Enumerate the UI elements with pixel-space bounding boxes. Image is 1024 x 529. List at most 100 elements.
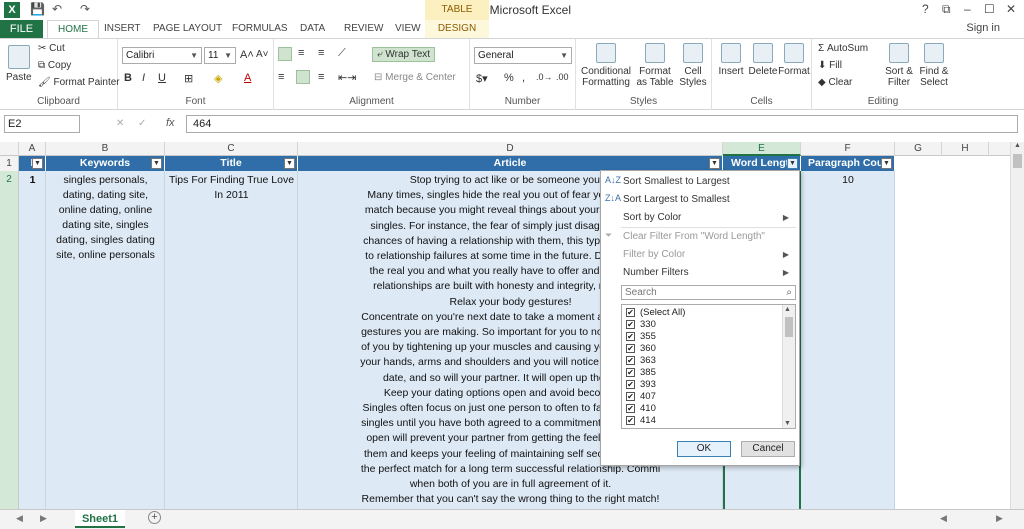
- find-select-button[interactable]: Find & Select: [918, 43, 950, 88]
- scroll-down-icon[interactable]: ▼: [784, 420, 791, 427]
- sort-filter-button[interactable]: Sort & Filter: [884, 43, 914, 88]
- cell-f2[interactable]: 10: [801, 171, 895, 511]
- cancel-button[interactable]: Cancel: [741, 441, 795, 457]
- filter-checkbox[interactable]: ✔: [626, 308, 635, 317]
- filter-checkbox[interactable]: ✔: [626, 344, 635, 353]
- cell-b2[interactable]: singles personals, dating, dating site, …: [46, 171, 165, 511]
- filter-checkbox[interactable]: ✔: [626, 320, 635, 329]
- align-center-icon[interactable]: [296, 70, 310, 84]
- column-header-g[interactable]: G: [895, 142, 942, 156]
- underline-icon[interactable]: U: [158, 72, 166, 84]
- filter-dropdown-icon[interactable]: ▼: [709, 158, 720, 169]
- filter-checkbox[interactable]: ✔: [626, 392, 635, 401]
- align-middle-icon[interactable]: ≡: [298, 47, 304, 59]
- delete-cells-button[interactable]: Delete: [748, 43, 778, 77]
- sort-by-color[interactable]: Sort by Color ▶: [623, 212, 795, 223]
- scroll-thumb[interactable]: [1013, 154, 1022, 168]
- align-bottom-icon[interactable]: ≡: [318, 47, 324, 59]
- formula-input[interactable]: 464: [186, 115, 1018, 133]
- sort-largest-to-smallest[interactable]: Sort Largest to Smallest: [623, 194, 730, 205]
- row-header-1[interactable]: 1: [0, 156, 19, 171]
- format-cells-button[interactable]: Format: [778, 43, 810, 77]
- merge-center-button[interactable]: ⊟ Merge & Center: [374, 72, 456, 83]
- filter-dropdown-icon[interactable]: ▼: [881, 158, 892, 169]
- orientation-icon[interactable]: ⟋: [338, 47, 346, 60]
- cell-a2[interactable]: 1: [19, 171, 46, 511]
- tab-view[interactable]: VIEW: [395, 20, 421, 38]
- cut-button[interactable]: ✂ Cut: [38, 43, 65, 54]
- tab-formulas[interactable]: FORMULAS: [232, 20, 288, 38]
- ok-button[interactable]: OK: [677, 441, 731, 457]
- italic-icon[interactable]: I: [142, 72, 145, 84]
- grow-font-icon[interactable]: A˄: [240, 49, 254, 61]
- decrease-decimal-icon[interactable]: .00: [556, 72, 569, 82]
- sort-smallest-to-largest[interactable]: Sort Smallest to Largest: [623, 176, 730, 187]
- row-header-2[interactable]: 2: [0, 171, 19, 509]
- scroll-right-icon[interactable]: ▶: [996, 513, 1003, 524]
- header-cell-article[interactable]: Article ▼: [298, 156, 723, 171]
- filter-checkbox[interactable]: ✔: [626, 404, 635, 413]
- column-header-c[interactable]: C: [165, 142, 298, 156]
- cancel-entry-icon[interactable]: ✕: [116, 118, 124, 129]
- filter-by-color[interactable]: Filter by Color ▶: [623, 249, 795, 260]
- filter-checkbox[interactable]: ✔: [626, 368, 635, 377]
- filter-checkbox[interactable]: ✔: [626, 380, 635, 389]
- indent-icon[interactable]: ⇤⇥: [338, 71, 356, 84]
- clear-filter-word-length[interactable]: Clear Filter From "Word Length": [623, 231, 765, 242]
- align-top-icon[interactable]: [278, 47, 292, 61]
- align-right-icon[interactable]: ≡: [318, 71, 324, 83]
- tab-file[interactable]: FILE: [0, 20, 43, 38]
- currency-icon[interactable]: $▾: [476, 72, 488, 85]
- comma-icon[interactable]: ,: [522, 72, 525, 84]
- tab-page-layout[interactable]: PAGE LAYOUT: [153, 20, 222, 38]
- sign-in-link[interactable]: Sign in: [966, 22, 1000, 34]
- paste-button[interactable]: Paste: [6, 45, 32, 83]
- scroll-thumb[interactable]: [785, 317, 793, 337]
- format-painter-button[interactable]: 🖌 Format Painter: [38, 77, 120, 88]
- increase-decimal-icon[interactable]: .0→: [536, 72, 553, 82]
- ribbon-display-icon[interactable]: ⧉: [942, 2, 951, 17]
- percent-icon[interactable]: %: [504, 72, 514, 84]
- align-left-icon[interactable]: ≡: [278, 71, 284, 83]
- scroll-up-icon[interactable]: ▲: [784, 306, 791, 313]
- tab-home[interactable]: HOME: [47, 20, 99, 38]
- header-cell-keywords[interactable]: Keywords ▼: [46, 156, 165, 171]
- clear-button[interactable]: ◆ Clear: [818, 77, 852, 88]
- font-color-icon[interactable]: A: [244, 72, 251, 84]
- header-cell-title[interactable]: Title ▼: [165, 156, 298, 171]
- help-icon[interactable]: ?: [922, 2, 929, 16]
- filter-dropdown-icon[interactable]: ▼: [284, 158, 295, 169]
- column-header-f[interactable]: F: [801, 142, 895, 156]
- filter-checkbox[interactable]: ✔: [626, 332, 635, 341]
- filter-search-input[interactable]: Search ⌕: [621, 285, 796, 300]
- header-cell-a[interactable]: I▼: [19, 156, 46, 171]
- previous-sheet-icon[interactable]: ◀: [16, 513, 23, 524]
- font-name-select[interactable]: Calibri ▼: [122, 47, 202, 64]
- number-format-select[interactable]: General ▼: [474, 47, 572, 64]
- tab-data[interactable]: DATA: [300, 20, 325, 38]
- column-header-d[interactable]: D: [298, 142, 723, 156]
- insert-function-icon[interactable]: fx: [166, 117, 175, 129]
- filter-dropdown-icon[interactable]: ▼: [787, 158, 798, 169]
- minimize-icon[interactable]: –: [964, 2, 971, 16]
- scroll-left-icon[interactable]: ◀: [940, 513, 947, 524]
- column-header-e[interactable]: E: [723, 142, 801, 156]
- filter-checkbox[interactable]: ✔: [626, 416, 635, 425]
- fill-button[interactable]: ⬇ Fill: [818, 60, 842, 71]
- empty-cells-g-h[interactable]: [895, 171, 1010, 511]
- copy-button[interactable]: ⧉ Copy: [38, 60, 71, 71]
- conditional-formatting-button[interactable]: Conditional Formatting: [580, 43, 632, 88]
- tab-review[interactable]: REVIEW: [344, 20, 383, 38]
- filter-checkbox[interactable]: ✔: [626, 356, 635, 365]
- sheet-tab-sheet1[interactable]: Sheet1: [75, 510, 125, 528]
- column-header-b[interactable]: B: [46, 142, 165, 156]
- close-icon[interactable]: ✕: [1006, 2, 1016, 16]
- font-size-select[interactable]: 11 ▼: [204, 47, 236, 64]
- wrap-text-button[interactable]: ⤶ Wrap Text: [372, 47, 436, 62]
- autosum-button[interactable]: Σ AutoSum: [818, 43, 868, 54]
- shrink-font-icon[interactable]: A˅: [256, 49, 269, 60]
- header-cell-word-length[interactable]: Word Lengt ▼: [723, 156, 801, 171]
- select-all-corner[interactable]: [0, 142, 19, 156]
- format-as-table-button[interactable]: Format as Table: [634, 43, 676, 88]
- tab-design[interactable]: DESIGN: [425, 20, 489, 38]
